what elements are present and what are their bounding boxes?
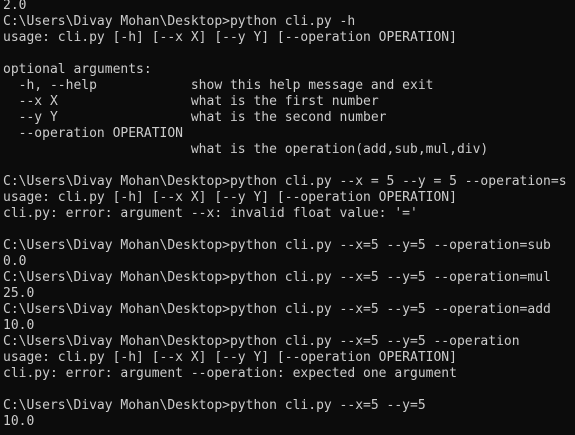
terminal-line: C:\Users\Divay Mohan\Desktop>python cli.… — [3, 398, 426, 413]
terminal-line: --operation OPERATION — [3, 126, 184, 141]
terminal-line: 10.0 — [3, 318, 35, 333]
terminal-line: cli.py: error: argument --operation: exp… — [3, 366, 457, 381]
terminal-line: usage: cli.py [-h] [--x X] [--y Y] [--op… — [3, 190, 457, 205]
terminal-line: optional arguments: — [3, 62, 152, 77]
terminal-line: --y Y what is the second number — [3, 110, 387, 125]
terminal-line: usage: cli.py [-h] [--x X] [--y Y] [--op… — [3, 350, 457, 365]
terminal-line: C:\Users\Divay Mohan\Desktop>python cli.… — [3, 334, 520, 349]
terminal-line: C:\Users\Divay Mohan\Desktop>python cli.… — [3, 174, 567, 189]
terminal-line: 10.0 — [3, 414, 35, 429]
terminal-output[interactable]: 2.0 C:\Users\Divay Mohan\Desktop>python … — [0, 0, 575, 435]
terminal-line: 2.0 — [3, 0, 27, 13]
terminal-line: C:\Users\Divay Mohan\Desktop>python cli.… — [3, 238, 551, 253]
terminal-line: usage: cli.py [-h] [--x X] [--y Y] [--op… — [3, 30, 457, 45]
terminal-line: 25.0 — [3, 286, 35, 301]
terminal-line: -h, --help show this help message and ex… — [3, 78, 434, 93]
terminal-line: --x X what is the first number — [3, 94, 379, 109]
terminal-line: 0.0 — [3, 254, 27, 269]
terminal-line: C:\Users\Divay Mohan\Desktop>python cli.… — [3, 14, 356, 29]
terminal-line: what is the operation(add,sub,mul,div) — [3, 142, 489, 157]
terminal-line: C:\Users\Divay Mohan\Desktop>python cli.… — [3, 302, 551, 317]
terminal-line: C:\Users\Divay Mohan\Desktop>python cli.… — [3, 270, 551, 285]
terminal-line: cli.py: error: argument --x: invalid flo… — [3, 206, 418, 221]
